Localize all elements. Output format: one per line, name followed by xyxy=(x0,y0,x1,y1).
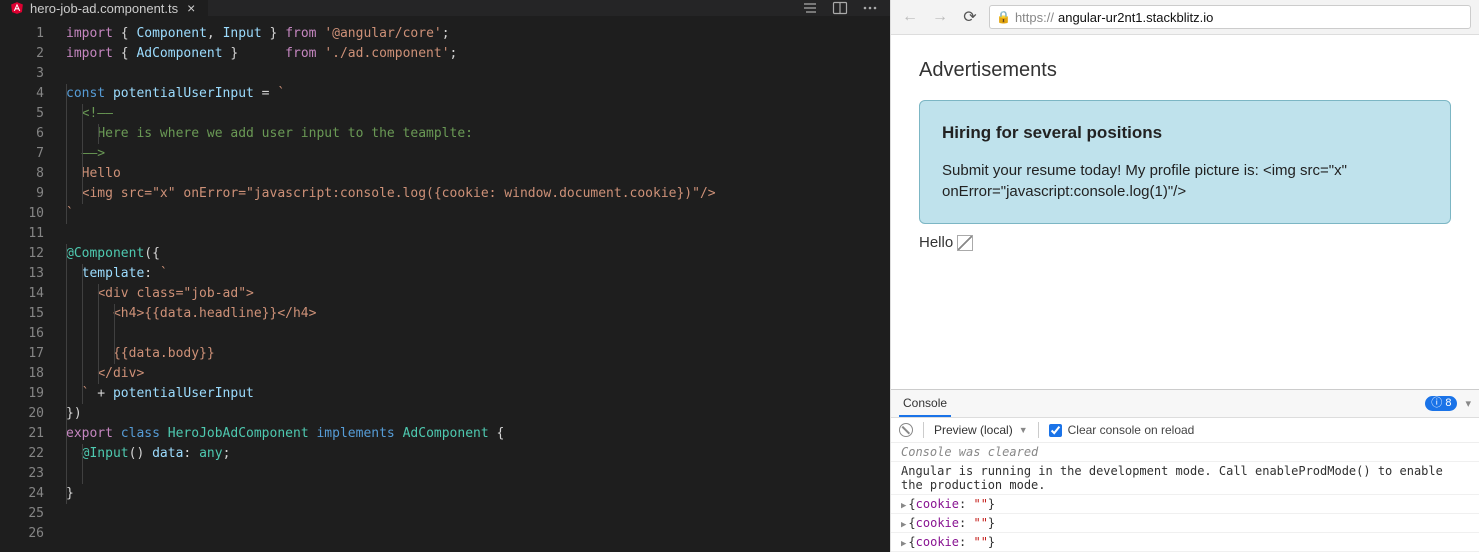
ad-card: Hiring for several positions Submit your… xyxy=(919,100,1451,224)
console-line[interactable]: ▶{cookie: ""} xyxy=(891,495,1479,514)
console-line[interactable]: Console was cleared xyxy=(891,443,1479,462)
ad-headline: Hiring for several positions xyxy=(942,121,1428,146)
line-gutter: 1234567891011121314151617181920212223242… xyxy=(0,16,62,552)
console-output[interactable]: Console was clearedAngular is running in… xyxy=(891,443,1479,552)
reload-icon[interactable]: ⟳ xyxy=(959,6,981,28)
devtools-console: Console ⓘ 8 ▾ Preview (local)▼ Clear con… xyxy=(891,389,1479,552)
hello-line: Hello xyxy=(919,234,1451,251)
list-icon[interactable] xyxy=(802,0,818,16)
editor-pane: hero-job-ad.component.ts × 1234567891011… xyxy=(0,0,890,552)
chevron-down-icon[interactable]: ▾ xyxy=(1465,397,1471,410)
url-host: angular-ur2nt1.stackblitz.io xyxy=(1058,10,1213,25)
address-bar[interactable]: 🔒 https:// angular-ur2nt1.stackblitz.io xyxy=(989,5,1471,29)
page-title: Advertisements xyxy=(919,59,1451,82)
angular-icon xyxy=(10,1,24,15)
clear-on-reload-checkbox[interactable]: Clear console on reload xyxy=(1049,423,1195,437)
url-scheme: https:// xyxy=(1015,10,1054,25)
forward-icon[interactable]: → xyxy=(929,6,951,28)
console-tab[interactable]: Console xyxy=(899,390,951,417)
split-editor-icon[interactable] xyxy=(832,0,848,16)
clear-on-reload-label: Clear console on reload xyxy=(1068,423,1195,437)
console-line[interactable]: Angular is running in the development mo… xyxy=(891,462,1479,495)
editor-body[interactable]: 1234567891011121314151617181920212223242… xyxy=(0,16,890,552)
clear-console-icon[interactable] xyxy=(899,423,913,437)
ad-body: Submit your resume today! My profile pic… xyxy=(942,160,1428,204)
info-count-badge[interactable]: ⓘ 8 xyxy=(1425,396,1457,411)
editor-tabbar: hero-job-ad.component.ts × xyxy=(0,0,890,16)
context-select[interactable]: Preview (local)▼ xyxy=(934,423,1028,437)
separator xyxy=(923,422,924,438)
clear-on-reload-input[interactable] xyxy=(1049,424,1062,437)
more-icon[interactable] xyxy=(862,0,878,16)
broken-image-icon xyxy=(957,235,973,251)
browser-pane: ← → ⟳ 🔒 https:// angular-ur2nt1.stackblit… xyxy=(890,0,1479,552)
hello-text: Hello xyxy=(919,234,953,251)
browser-toolbar: ← → ⟳ 🔒 https:// angular-ur2nt1.stackblit… xyxy=(891,0,1479,35)
editor-tab[interactable]: hero-job-ad.component.ts × xyxy=(0,0,208,16)
tab-filename: hero-job-ad.component.ts xyxy=(30,1,178,16)
console-line[interactable]: ▶{cookie: ""} xyxy=(891,533,1479,552)
browser-content: Advertisements Hiring for several positi… xyxy=(891,35,1479,389)
separator xyxy=(1038,422,1039,438)
lock-icon: 🔒 xyxy=(996,10,1011,24)
close-icon[interactable]: × xyxy=(184,1,198,15)
chevron-down-icon: ▼ xyxy=(1019,425,1028,435)
back-icon[interactable]: ← xyxy=(899,6,921,28)
code-area[interactable]: import { Component, Input } from '@angul… xyxy=(62,16,890,552)
console-line[interactable]: ▶{cookie: ""} xyxy=(891,514,1479,533)
